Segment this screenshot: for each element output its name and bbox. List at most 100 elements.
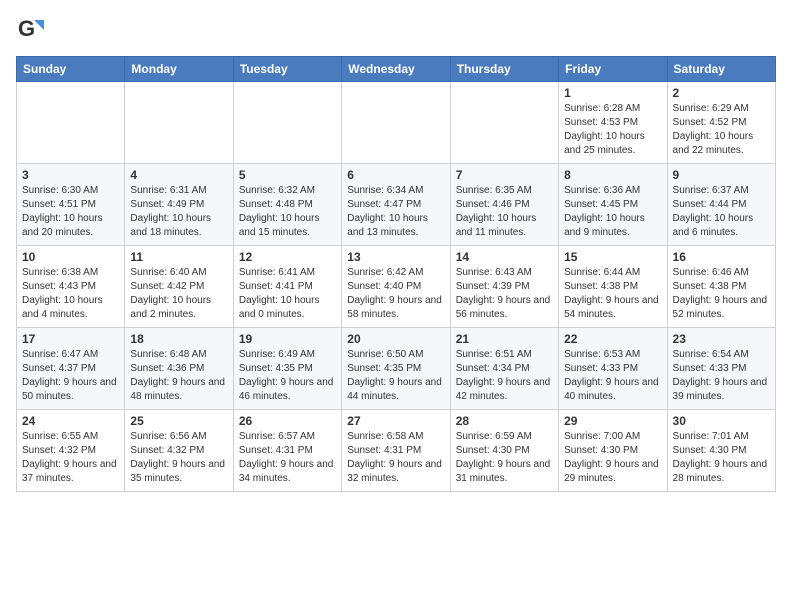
day-number: 27 xyxy=(347,414,444,428)
day-info: Sunrise: 6:38 AM Sunset: 4:43 PM Dayligh… xyxy=(22,266,119,322)
day-number: 22 xyxy=(564,332,661,346)
calendar-cell: 13 Sunrise: 6:42 AM Sunset: 4:40 PM Dayli… xyxy=(342,246,450,328)
day-number: 10 xyxy=(22,250,119,264)
logo-icon: G xyxy=(16,16,44,44)
calendar-cell: 21 Sunrise: 6:51 AM Sunset: 4:34 PM Dayli… xyxy=(450,328,558,410)
calendar-cell: 20 Sunrise: 6:50 AM Sunset: 4:35 PM Dayli… xyxy=(342,328,450,410)
calendar-cell: 29Sunrise: 7:00 AM Sunset: 4:30 PM Dayli… xyxy=(559,410,667,492)
day-number: 1 xyxy=(564,86,661,100)
calendar-cell: 30Sunrise: 7:01 AM Sunset: 4:30 PM Dayli… xyxy=(667,410,775,492)
calendar-week-row: 1Sunrise: 6:28 AM Sunset: 4:53 PM Daylig… xyxy=(17,82,776,164)
calendar-cell xyxy=(342,82,450,164)
day-number: 26 xyxy=(239,414,336,428)
calendar-cell: 10 Sunrise: 6:38 AM Sunset: 4:43 PM Dayli… xyxy=(17,246,125,328)
calendar-cell: 22 Sunrise: 6:53 AM Sunset: 4:33 PM Dayli… xyxy=(559,328,667,410)
calendar-cell: 28Sunrise: 6:59 AM Sunset: 4:30 PM Dayli… xyxy=(450,410,558,492)
day-header-sunday: Sunday xyxy=(17,57,125,82)
day-info: Sunrise: 6:40 AM Sunset: 4:42 PM Dayligh… xyxy=(130,266,227,322)
day-number: 5 xyxy=(239,168,336,182)
calendar-cell: 6 Sunrise: 6:34 AM Sunset: 4:47 PM Daylig… xyxy=(342,164,450,246)
day-info: Sunrise: 6:51 AM Sunset: 4:34 PM Dayligh… xyxy=(456,348,553,404)
day-header-friday: Friday xyxy=(559,57,667,82)
day-info: Sunrise: 6:50 AM Sunset: 4:35 PM Dayligh… xyxy=(347,348,444,404)
day-info: Sunrise: 6:31 AM Sunset: 4:49 PM Dayligh… xyxy=(130,184,227,240)
calendar-cell xyxy=(233,82,341,164)
calendar-cell: 2 Sunrise: 6:29 AM Sunset: 4:52 PM Daylig… xyxy=(667,82,775,164)
day-number: 8 xyxy=(564,168,661,182)
day-info: Sunrise: 6:32 AM Sunset: 4:48 PM Dayligh… xyxy=(239,184,336,240)
calendar-cell: 27 Sunrise: 6:58 AM Sunset: 4:31 PM Dayli… xyxy=(342,410,450,492)
calendar-cell: 19Sunrise: 6:49 AM Sunset: 4:35 PM Dayli… xyxy=(233,328,341,410)
day-number: 24 xyxy=(22,414,119,428)
day-info: Sunrise: 6:35 AM Sunset: 4:46 PM Dayligh… xyxy=(456,184,553,240)
calendar-cell: 8 Sunrise: 6:36 AM Sunset: 4:45 PM Daylig… xyxy=(559,164,667,246)
calendar-cell: 18 Sunrise: 6:48 AM Sunset: 4:36 PM Dayli… xyxy=(125,328,233,410)
day-info: Sunrise: 6:54 AM Sunset: 4:33 PM Dayligh… xyxy=(673,348,770,404)
calendar-cell: 25 Sunrise: 6:56 AM Sunset: 4:32 PM Dayli… xyxy=(125,410,233,492)
day-number: 28 xyxy=(456,414,553,428)
day-info: Sunrise: 6:46 AM Sunset: 4:38 PM Dayligh… xyxy=(673,266,770,322)
calendar-week-row: 17 Sunrise: 6:47 AM Sunset: 4:37 PM Dayli… xyxy=(17,328,776,410)
calendar-cell: 12 Sunrise: 6:41 AM Sunset: 4:41 PM Dayli… xyxy=(233,246,341,328)
day-number: 21 xyxy=(456,332,553,346)
calendar-cell xyxy=(125,82,233,164)
day-info: Sunrise: 6:43 AM Sunset: 4:39 PM Dayligh… xyxy=(456,266,553,322)
day-number: 4 xyxy=(130,168,227,182)
calendar-header-row: SundayMondayTuesdayWednesdayThursdayFrid… xyxy=(17,57,776,82)
calendar-week-row: 3Sunrise: 6:30 AM Sunset: 4:51 PM Daylig… xyxy=(17,164,776,246)
day-number: 20 xyxy=(347,332,444,346)
calendar-week-row: 24Sunrise: 6:55 AM Sunset: 4:32 PM Dayli… xyxy=(17,410,776,492)
day-number: 18 xyxy=(130,332,227,346)
calendar-cell: 15 Sunrise: 6:44 AM Sunset: 4:38 PM Dayli… xyxy=(559,246,667,328)
calendar-week-row: 10 Sunrise: 6:38 AM Sunset: 4:43 PM Dayli… xyxy=(17,246,776,328)
calendar-table: SundayMondayTuesdayWednesdayThursdayFrid… xyxy=(16,56,776,492)
day-number: 12 xyxy=(239,250,336,264)
day-info: Sunrise: 6:47 AM Sunset: 4:37 PM Dayligh… xyxy=(22,348,119,404)
day-info: Sunrise: 6:56 AM Sunset: 4:32 PM Dayligh… xyxy=(130,430,227,486)
day-number: 11 xyxy=(130,250,227,264)
day-header-thursday: Thursday xyxy=(450,57,558,82)
day-info: Sunrise: 6:36 AM Sunset: 4:45 PM Dayligh… xyxy=(564,184,661,240)
calendar-cell: 26 Sunrise: 6:57 AM Sunset: 4:31 PM Dayli… xyxy=(233,410,341,492)
calendar-cell: 5 Sunrise: 6:32 AM Sunset: 4:48 PM Daylig… xyxy=(233,164,341,246)
calendar-cell: 9 Sunrise: 6:37 AM Sunset: 4:44 PM Daylig… xyxy=(667,164,775,246)
day-header-wednesday: Wednesday xyxy=(342,57,450,82)
day-info: Sunrise: 6:58 AM Sunset: 4:31 PM Dayligh… xyxy=(347,430,444,486)
calendar-cell: 16Sunrise: 6:46 AM Sunset: 4:38 PM Dayli… xyxy=(667,246,775,328)
day-info: Sunrise: 6:48 AM Sunset: 4:36 PM Dayligh… xyxy=(130,348,227,404)
day-info: Sunrise: 6:34 AM Sunset: 4:47 PM Dayligh… xyxy=(347,184,444,240)
calendar-cell: 1Sunrise: 6:28 AM Sunset: 4:53 PM Daylig… xyxy=(559,82,667,164)
day-header-tuesday: Tuesday xyxy=(233,57,341,82)
day-info: Sunrise: 6:57 AM Sunset: 4:31 PM Dayligh… xyxy=(239,430,336,486)
day-header-monday: Monday xyxy=(125,57,233,82)
calendar-cell: 14 Sunrise: 6:43 AM Sunset: 4:39 PM Dayli… xyxy=(450,246,558,328)
day-number: 13 xyxy=(347,250,444,264)
day-number: 25 xyxy=(130,414,227,428)
day-info: Sunrise: 7:00 AM Sunset: 4:30 PM Dayligh… xyxy=(564,430,661,486)
day-number: 6 xyxy=(347,168,444,182)
calendar-cell: 23 Sunrise: 6:54 AM Sunset: 4:33 PM Dayli… xyxy=(667,328,775,410)
day-info: Sunrise: 6:53 AM Sunset: 4:33 PM Dayligh… xyxy=(564,348,661,404)
calendar-cell: 3Sunrise: 6:30 AM Sunset: 4:51 PM Daylig… xyxy=(17,164,125,246)
calendar-cell: 24Sunrise: 6:55 AM Sunset: 4:32 PM Dayli… xyxy=(17,410,125,492)
day-info: Sunrise: 7:01 AM Sunset: 4:30 PM Dayligh… xyxy=(673,430,770,486)
day-info: Sunrise: 6:30 AM Sunset: 4:51 PM Dayligh… xyxy=(22,184,119,240)
day-number: 9 xyxy=(673,168,770,182)
day-info: Sunrise: 6:44 AM Sunset: 4:38 PM Dayligh… xyxy=(564,266,661,322)
logo: G xyxy=(16,16,48,44)
day-number: 23 xyxy=(673,332,770,346)
day-info: Sunrise: 6:29 AM Sunset: 4:52 PM Dayligh… xyxy=(673,102,770,158)
day-info: Sunrise: 6:37 AM Sunset: 4:44 PM Dayligh… xyxy=(673,184,770,240)
calendar-cell: 11 Sunrise: 6:40 AM Sunset: 4:42 PM Dayli… xyxy=(125,246,233,328)
day-header-saturday: Saturday xyxy=(667,57,775,82)
day-number: 19 xyxy=(239,332,336,346)
day-info: Sunrise: 6:42 AM Sunset: 4:40 PM Dayligh… xyxy=(347,266,444,322)
calendar-cell xyxy=(450,82,558,164)
svg-text:G: G xyxy=(18,16,35,41)
day-number: 15 xyxy=(564,250,661,264)
day-info: Sunrise: 6:41 AM Sunset: 4:41 PM Dayligh… xyxy=(239,266,336,322)
calendar-cell xyxy=(17,82,125,164)
day-number: 14 xyxy=(456,250,553,264)
day-number: 2 xyxy=(673,86,770,100)
day-number: 17 xyxy=(22,332,119,346)
